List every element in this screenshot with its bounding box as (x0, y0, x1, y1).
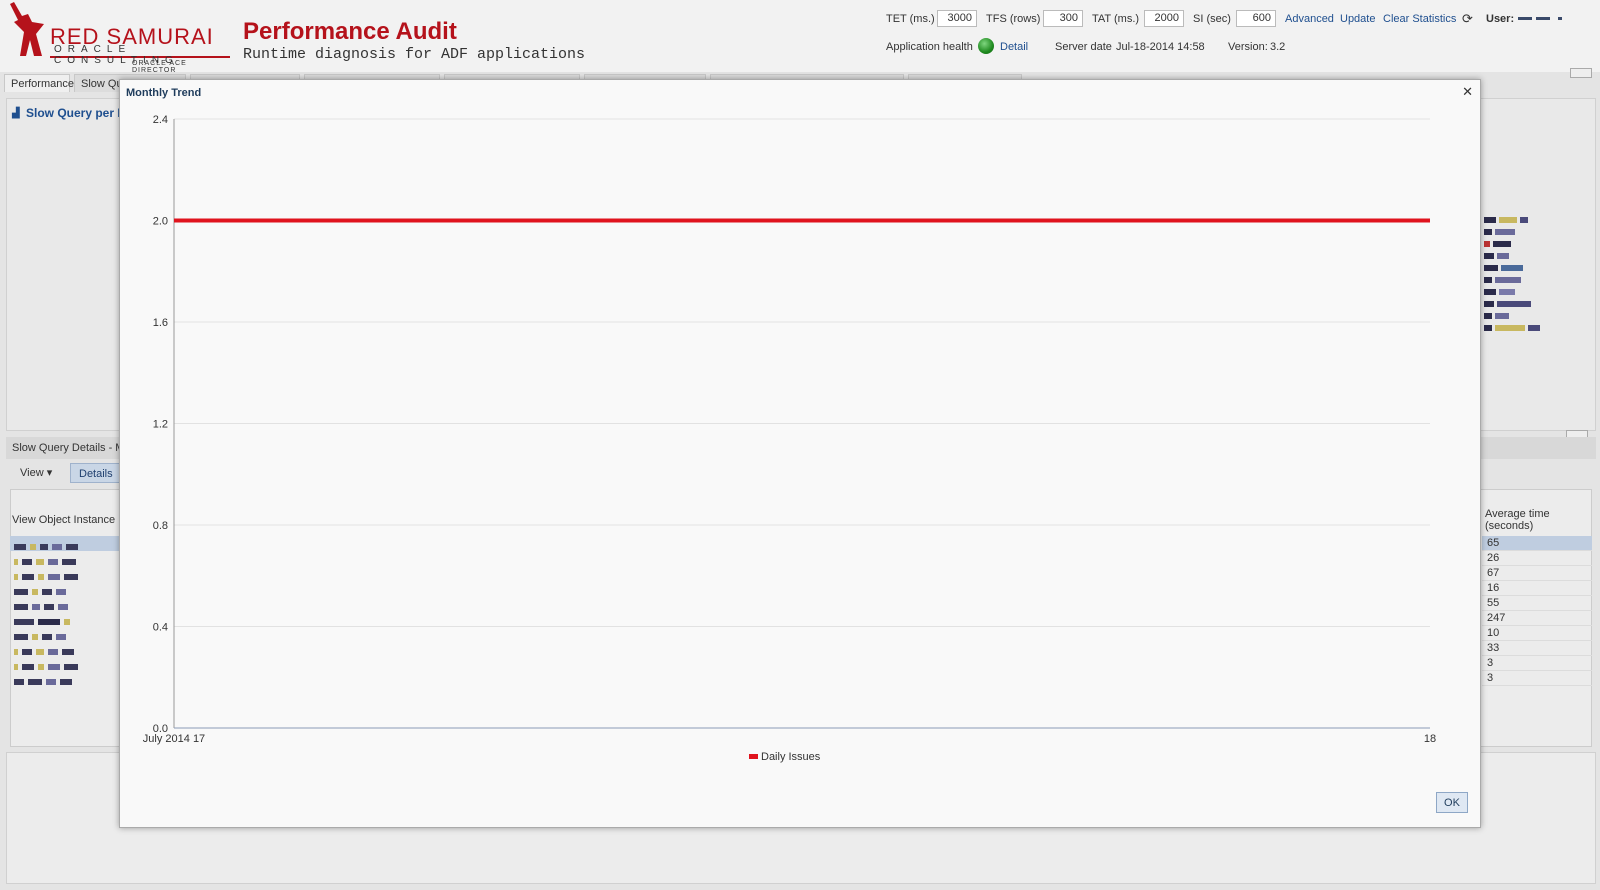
si-label: SI (sec) (1193, 13, 1231, 25)
user-label: User: (1486, 13, 1515, 25)
samurai-icon (10, 2, 44, 56)
clear-statistics-link[interactable]: Clear Statistics (1383, 13, 1456, 25)
server-date-value: Jul-18-2014 14:58 (1116, 41, 1205, 53)
collapse-header-button[interactable] (1570, 68, 1592, 78)
tfs-input[interactable]: 300 (1043, 10, 1083, 27)
red-samurai-logo: RED SAMURAI ORACLE CONSULTING ORACLE ACE… (4, 2, 230, 74)
column-header-average-time[interactable]: Average time (seconds) (1485, 508, 1593, 532)
legend-swatch (749, 754, 758, 759)
ok-button[interactable]: OK (1436, 792, 1468, 813)
y-tick-label: 1.2 (153, 419, 168, 431)
version-label: Version: (1228, 41, 1268, 53)
user-name-redacted (1536, 17, 1550, 20)
version-value: 3.2 (1270, 41, 1286, 53)
update-link[interactable]: Update (1340, 13, 1375, 25)
panel-title: Slow Query per M (26, 106, 128, 120)
monthly-trend-dialog: Monthly Trend ✕ 0.0 0.4 0.8 1.2 1.6 2.0 2.4 Jul… (119, 79, 1481, 828)
table-row[interactable]: 26 (1482, 551, 1592, 566)
table-row[interactable]: 16 (1482, 581, 1592, 596)
table-row[interactable]: 33 (1482, 641, 1592, 656)
table-row[interactable]: 10 (1482, 626, 1592, 641)
chevron-down-icon: ▾ (46, 467, 53, 479)
tat-label: TAT (ms.) (1092, 13, 1140, 25)
si-input[interactable]: 600 (1236, 10, 1276, 27)
y-tick-label: 0.8 (153, 520, 168, 532)
monthly-trend-chart: 0.00.40.81.21.62.02.4July 2014 17 18Daily… (143, 114, 1436, 763)
view-menu-label: View (20, 467, 44, 479)
health-status-icon (978, 38, 994, 54)
y-tick-label: 1.6 (153, 317, 168, 329)
page-title: Performance Audit (243, 18, 457, 45)
x-tick-label: 18 (1424, 733, 1436, 745)
table-row[interactable]: 3 (1482, 656, 1592, 671)
y-tick-label: 2.4 (153, 114, 168, 126)
tat-input[interactable]: 2000 (1144, 10, 1184, 27)
chart-icon: ▟ (12, 108, 20, 119)
server-date-label: Server date (1055, 41, 1112, 53)
health-detail-link[interactable]: Detail (1000, 41, 1028, 53)
advanced-link[interactable]: Advanced (1285, 13, 1334, 25)
y-tick-label: 0.4 (153, 622, 168, 634)
table-row[interactable]: 67 (1482, 566, 1592, 581)
tab-performance[interactable]: Performance (4, 74, 74, 92)
details-button[interactable]: Details (70, 463, 122, 483)
table-row[interactable]: 3 (1482, 671, 1592, 686)
tet-input[interactable]: 3000 (937, 10, 977, 27)
legend-label: Daily Issues (761, 751, 821, 763)
tfs-label: TFS (rows) (986, 13, 1041, 25)
table-row[interactable]: 55 (1482, 596, 1592, 611)
user-name-redacted (1518, 17, 1532, 20)
table-row[interactable]: 65 (1482, 536, 1592, 551)
view-menu[interactable]: View ▾ (14, 463, 58, 483)
user-name-redacted (1558, 17, 1562, 20)
table-row[interactable]: 247 (1482, 611, 1592, 626)
health-label: Application health (886, 41, 973, 53)
column-header-view-object[interactable]: View Object Instance N (12, 514, 126, 526)
page-subtitle: Runtime diagnosis for ADF applications (243, 46, 586, 63)
y-tick-label: 2.0 (153, 216, 168, 228)
app-header: RED SAMURAI ORACLE CONSULTING ORACLE ACE… (0, 0, 1600, 74)
details-panel-title: Slow Query Details - Mo (12, 442, 131, 454)
refresh-icon[interactable]: ⟳ (1462, 11, 1473, 27)
x-tick-label: July 2014 17 (143, 733, 205, 745)
tet-label: TET (ms.) (886, 13, 935, 25)
